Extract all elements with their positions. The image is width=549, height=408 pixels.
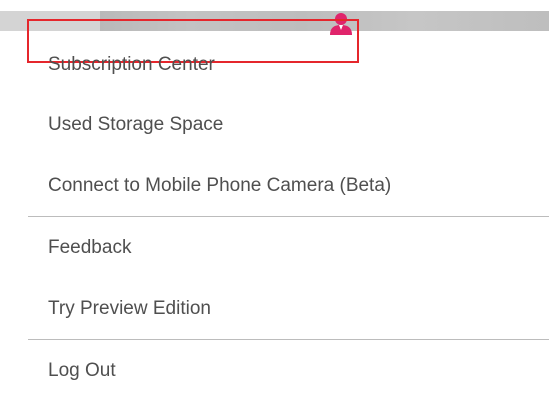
menu-item-label: Feedback — [48, 237, 132, 258]
menu-item-connect-mobile-camera[interactable]: Connect to Mobile Phone Camera (Beta) — [0, 155, 549, 216]
menu-item-label: Connect to Mobile Phone Camera (Beta) — [48, 175, 392, 196]
menu-item-used-storage-space[interactable]: Used Storage Space — [0, 94, 549, 155]
menu-item-label: Log Out — [48, 360, 116, 381]
menu-item-log-out[interactable]: Log Out — [0, 340, 549, 401]
user-dropdown-menu: Subscription Center Used Storage Space C… — [0, 38, 549, 401]
menu-item-subscription-center[interactable]: Subscription Center — [0, 38, 549, 94]
menu-item-label: Try Preview Edition — [48, 298, 211, 319]
menu-item-label: Used Storage Space — [48, 114, 224, 135]
menu-item-feedback[interactable]: Feedback — [0, 217, 549, 278]
menu-item-label: Subscription Center — [48, 54, 215, 75]
menu-item-try-preview-edition[interactable]: Try Preview Edition — [0, 278, 549, 339]
